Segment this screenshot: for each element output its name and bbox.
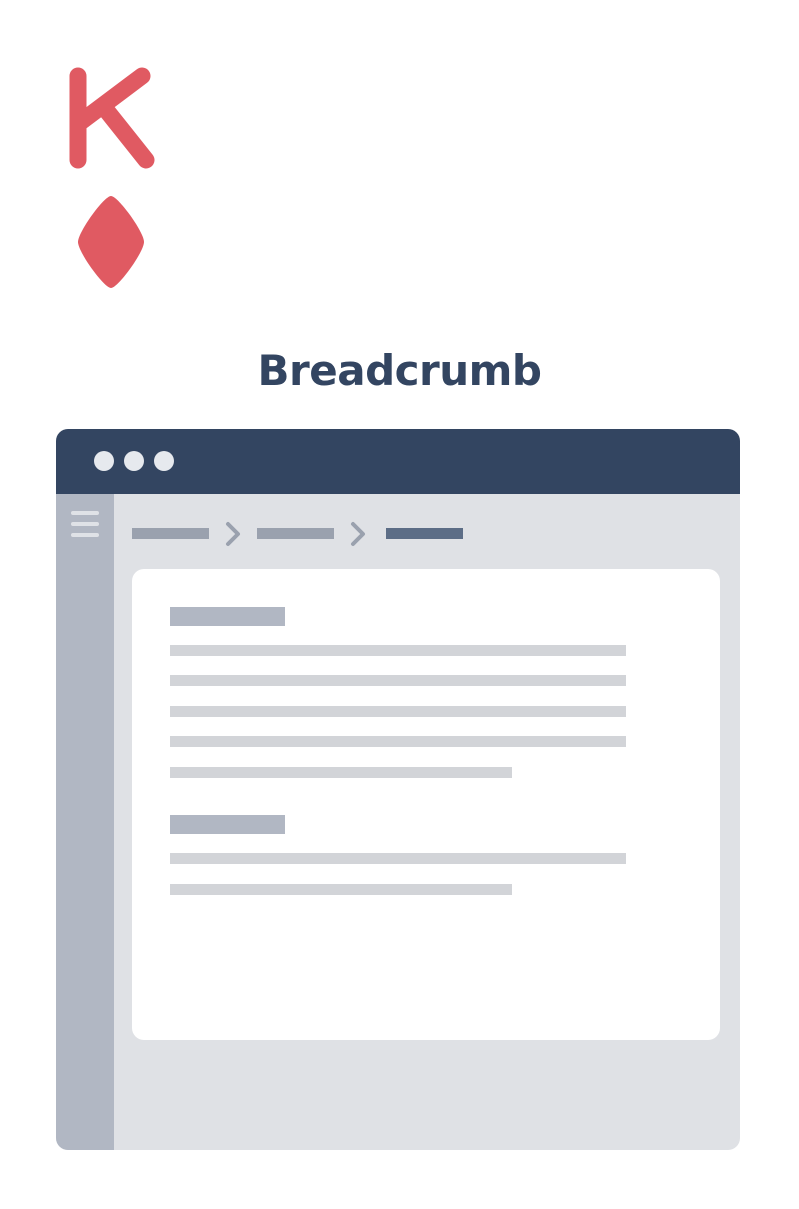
diamond-suit-shape <box>78 196 144 288</box>
breadcrumb-item-1[interactable] <box>132 528 209 539</box>
breadcrumb-item-current <box>386 528 463 539</box>
window-dot-icon[interactable] <box>154 451 174 471</box>
diamond-icon <box>78 196 144 288</box>
card-rank-k-icon <box>69 67 155 169</box>
hamburger-icon[interactable] <box>71 511 99 537</box>
text-line-placeholder <box>170 767 512 778</box>
text-line-placeholder <box>170 675 626 686</box>
text-line-placeholder <box>170 706 626 717</box>
breadcrumb-item-2[interactable] <box>257 528 334 539</box>
browser-window <box>56 429 740 1150</box>
text-line-placeholder <box>170 645 626 656</box>
window-dot-icon[interactable] <box>94 451 114 471</box>
sidebar <box>56 494 114 1150</box>
page-title: Breadcrumb <box>257 346 542 395</box>
text-line-placeholder <box>170 736 626 747</box>
content-card <box>132 569 720 1040</box>
text-line-placeholder <box>170 884 512 895</box>
window-dot-icon[interactable] <box>124 451 144 471</box>
chevron-right-icon <box>226 522 240 546</box>
chevron-right-icon <box>351 522 365 546</box>
text-line-placeholder <box>170 853 626 864</box>
window-titlebar <box>56 429 740 494</box>
section-heading-placeholder <box>170 607 285 626</box>
card-rank-k-shape <box>69 67 155 169</box>
section-heading-placeholder <box>170 815 285 834</box>
